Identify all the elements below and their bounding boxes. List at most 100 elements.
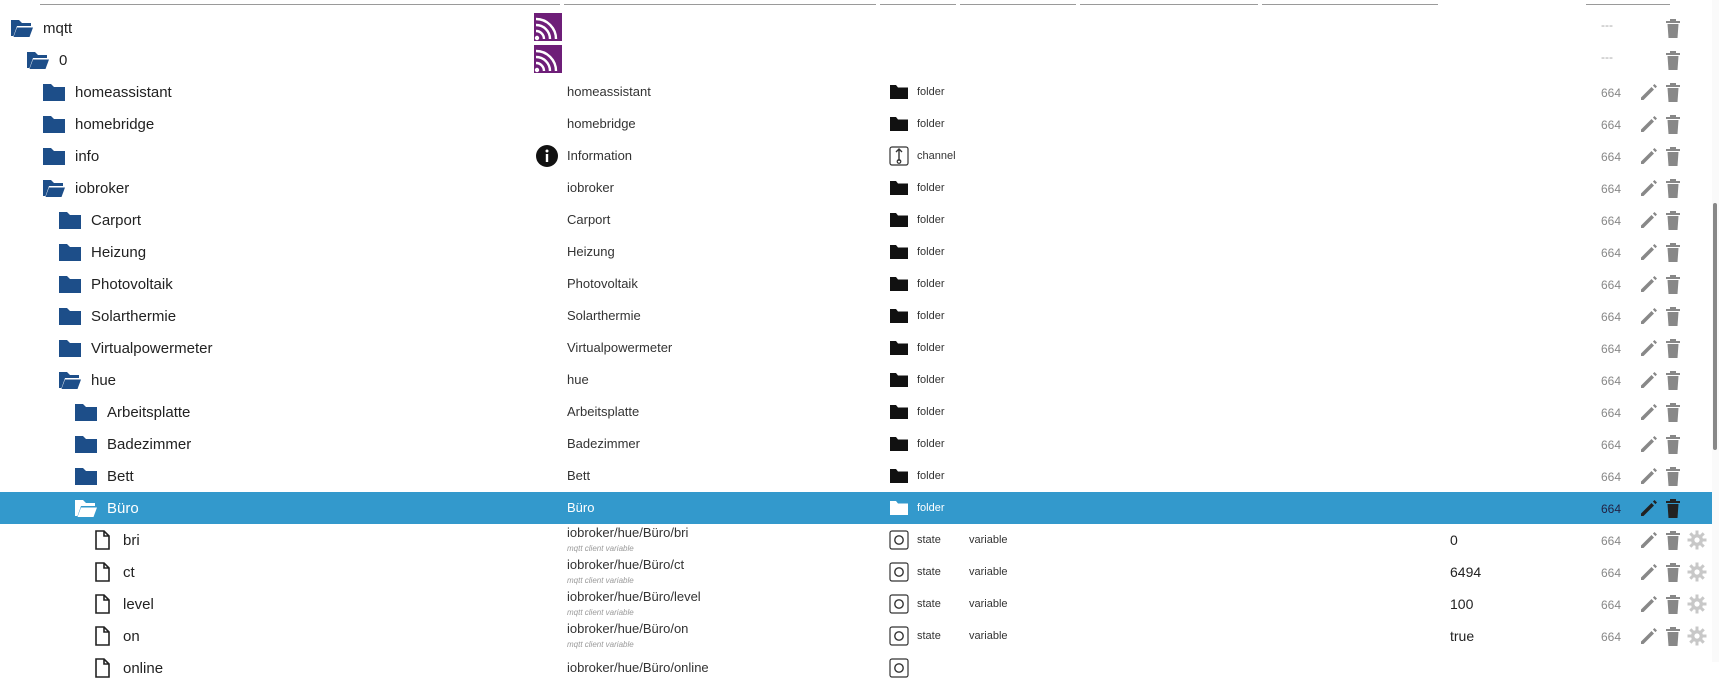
object-value[interactable]: true: [1450, 628, 1474, 644]
delete-icon[interactable]: [1664, 369, 1682, 391]
delete-icon[interactable]: [1664, 625, 1682, 647]
tree-row[interactable]: info Information channel 664: [0, 140, 1712, 172]
folder-icon[interactable]: [58, 306, 82, 326]
object-role: variable: [969, 630, 1008, 642]
tree-row[interactable]: on iobroker/hue/Büro/on mqtt client variab…: [0, 620, 1712, 652]
delete-icon[interactable]: [1664, 273, 1682, 295]
edit-icon[interactable]: [1639, 530, 1659, 550]
file-icon[interactable]: [90, 562, 114, 582]
file-icon[interactable]: [90, 530, 114, 550]
row-id-label: mqtt: [43, 20, 73, 37]
folder-open-icon[interactable]: [26, 50, 50, 70]
edit-icon[interactable]: [1639, 210, 1659, 230]
edit-icon[interactable]: [1639, 274, 1659, 294]
folder-open-icon[interactable]: [42, 178, 66, 198]
delete-icon[interactable]: [1664, 145, 1682, 167]
tree-row[interactable]: Arbeitsplatte Arbeitsplatte folder 664: [0, 396, 1712, 428]
folder-icon[interactable]: [58, 210, 82, 230]
edit-icon[interactable]: [1639, 114, 1659, 134]
tree-row[interactable]: level iobroker/hue/Büro/level mqtt client …: [0, 588, 1712, 620]
tree-row[interactable]: online iobroker/hue/Büro/online: [0, 652, 1712, 684]
row-id-label: Photovoltaik: [91, 276, 173, 293]
tree-row[interactable]: bri iobroker/hue/Büro/bri mqtt client vari…: [0, 524, 1712, 556]
settings-gear-icon[interactable]: [1687, 562, 1707, 582]
type-folder-icon: [889, 307, 909, 325]
mqtt-adapter-logo-icon: [534, 13, 562, 41]
row-id-label: on: [123, 628, 140, 645]
scrollbar-thumb[interactable]: [1713, 203, 1717, 450]
tree-row[interactable]: Büro Büro folder 664: [0, 492, 1712, 524]
edit-icon[interactable]: [1639, 594, 1659, 614]
folder-icon[interactable]: [74, 466, 98, 486]
object-value[interactable]: 0: [1450, 532, 1458, 548]
tree-row[interactable]: Carport Carport folder 664: [0, 204, 1712, 236]
folder-open-icon[interactable]: [10, 18, 34, 38]
tree-row[interactable]: Solarthermie Solarthermie folder 664: [0, 300, 1712, 332]
object-description: mqtt client variable: [567, 544, 634, 553]
folder-open-icon[interactable]: [58, 370, 82, 390]
edit-icon[interactable]: [1639, 626, 1659, 646]
tree-row[interactable]: Badezimmer Badezimmer folder 664: [0, 428, 1712, 460]
tree-row[interactable]: Virtualpowermeter Virtualpowermeter folder…: [0, 332, 1712, 364]
delete-icon[interactable]: [1664, 113, 1682, 135]
folder-icon[interactable]: [74, 402, 98, 422]
edit-icon[interactable]: [1639, 434, 1659, 454]
settings-gear-icon[interactable]: [1687, 594, 1707, 614]
delete-icon[interactable]: [1664, 561, 1682, 583]
edit-icon[interactable]: [1639, 242, 1659, 262]
file-icon[interactable]: [90, 594, 114, 614]
folder-icon[interactable]: [42, 146, 66, 166]
object-value[interactable]: 6494: [1450, 564, 1481, 580]
edit-icon[interactable]: [1639, 498, 1659, 518]
tree-row[interactable]: ct iobroker/hue/Büro/ct mqtt client variab…: [0, 556, 1712, 588]
object-name: Heizung: [567, 244, 615, 259]
tree-row[interactable]: 0 ---: [0, 44, 1712, 76]
delete-icon[interactable]: [1664, 529, 1682, 551]
tree-row[interactable]: homebridge homebridge folder 664: [0, 108, 1712, 140]
tree-row[interactable]: Bett Bett folder 664: [0, 460, 1712, 492]
tree-row[interactable]: mqtt ---: [0, 12, 1712, 44]
tree-row[interactable]: Heizung Heizung folder 664: [0, 236, 1712, 268]
delete-icon[interactable]: [1664, 433, 1682, 455]
edit-icon[interactable]: [1639, 466, 1659, 486]
tree-row[interactable]: iobroker iobroker folder 664: [0, 172, 1712, 204]
tree-row[interactable]: Photovoltaik Photovoltaik folder 664: [0, 268, 1712, 300]
edit-icon[interactable]: [1639, 402, 1659, 422]
delete-icon[interactable]: [1664, 209, 1682, 231]
folder-icon[interactable]: [58, 338, 82, 358]
edit-icon[interactable]: [1639, 82, 1659, 102]
edit-icon[interactable]: [1639, 306, 1659, 326]
delete-icon[interactable]: [1664, 593, 1682, 615]
edit-icon[interactable]: [1639, 338, 1659, 358]
folder-icon[interactable]: [58, 242, 82, 262]
delete-icon[interactable]: [1664, 49, 1682, 71]
tree-row[interactable]: homeassistant homeassistant folder 664: [0, 76, 1712, 108]
edit-icon[interactable]: [1639, 178, 1659, 198]
edit-icon[interactable]: [1639, 146, 1659, 166]
folder-icon[interactable]: [42, 82, 66, 102]
file-icon[interactable]: [90, 626, 114, 646]
folder-open-icon[interactable]: [74, 498, 98, 518]
tree-row[interactable]: hue hue folder 664: [0, 364, 1712, 396]
folder-icon[interactable]: [58, 274, 82, 294]
folder-icon[interactable]: [74, 434, 98, 454]
acl-label: ---: [1601, 50, 1613, 64]
delete-icon[interactable]: [1664, 401, 1682, 423]
delete-icon[interactable]: [1664, 81, 1682, 103]
object-value[interactable]: 100: [1450, 596, 1473, 612]
delete-icon[interactable]: [1664, 177, 1682, 199]
delete-icon[interactable]: [1664, 17, 1682, 39]
settings-gear-icon[interactable]: [1687, 530, 1707, 550]
edit-icon[interactable]: [1639, 370, 1659, 390]
delete-icon[interactable]: [1664, 465, 1682, 487]
edit-icon[interactable]: [1639, 562, 1659, 582]
delete-icon[interactable]: [1664, 241, 1682, 263]
folder-icon[interactable]: [42, 114, 66, 134]
delete-icon[interactable]: [1664, 305, 1682, 327]
file-icon[interactable]: [90, 658, 114, 678]
delete-icon[interactable]: [1664, 497, 1682, 519]
object-type: folder: [917, 406, 945, 418]
settings-gear-icon[interactable]: [1687, 626, 1707, 646]
scrollbar[interactable]: [1712, 0, 1719, 662]
delete-icon[interactable]: [1664, 337, 1682, 359]
